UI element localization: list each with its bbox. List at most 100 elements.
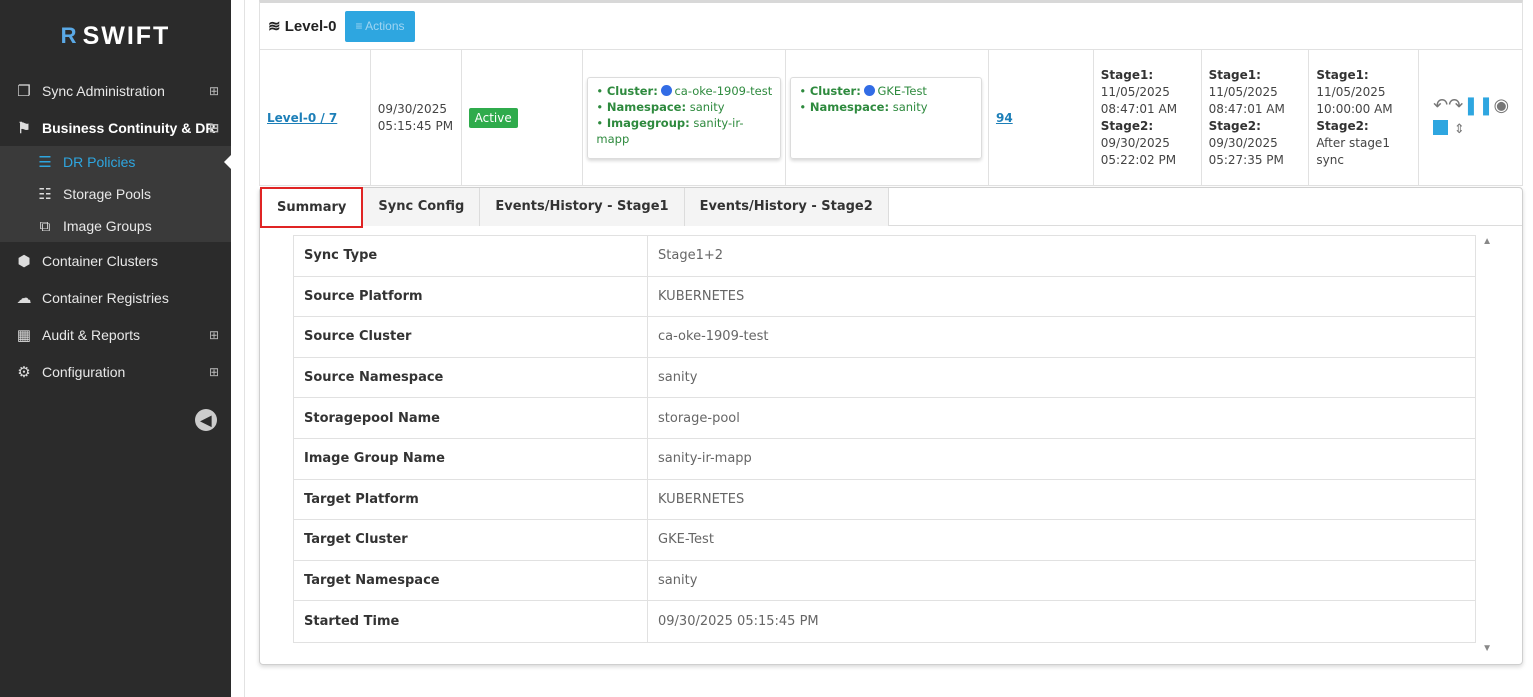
sidebar-item-label: Storage Pools (63, 186, 151, 202)
sidebar-item-label: Container Registries (42, 289, 169, 306)
sidebar-item-label: DR Policies (63, 154, 136, 170)
sidebar-submenu: ☰ DR Policies ☷ Storage Pools ⧉ Image Gr… (0, 146, 232, 242)
row-value: Stage1+2 (658, 248, 723, 264)
sidebar-item-label: Image Groups (63, 218, 152, 234)
divider (244, 0, 245, 697)
main-content: ≋ Level-0 ≡ Actions Level-0 / 7 09/30/20… (259, 0, 1523, 665)
sort-icon[interactable]: ⇕ (1454, 122, 1465, 137)
stage-cell-2: Stage1: 11/05/2025 08:47:01 AM Stage2: 0… (1202, 50, 1310, 185)
stop-icon[interactable] (1433, 119, 1449, 135)
briefcase-icon: ⚑ (17, 119, 31, 137)
table-row: Target Platform KUBERNETES (294, 479, 1475, 521)
stage-cell-1: Stage1: 11/05/2025 08:47:01 AM Stage2: 0… (1094, 50, 1202, 185)
table-row: Target Cluster GKE-Test (294, 520, 1475, 561)
expand-icon[interactable]: ⊞ (209, 328, 219, 342)
stage1-time: 08:47:01 AM (1100, 101, 1178, 116)
sidebar-item-container-registries[interactable]: ☁ Container Registries (0, 279, 231, 316)
sidebar: R SWIFT ❐ Sync Administration ⊞ ⚑ Busine… (0, 0, 232, 697)
stage1-label: Stage1: (1100, 67, 1154, 82)
sidebar-item-audit-reports[interactable]: ▦ Audit & Reports ⊞ (0, 316, 231, 353)
sidebar-item-sync-administration[interactable]: ❐ Sync Administration ⊞ (0, 72, 231, 109)
row-key: Target Cluster (294, 520, 648, 560)
stage-cell-3: Stage1: 11/05/2025 10:00:00 AM Stage2: A… (1309, 50, 1420, 185)
row-value: 09/30/2025 05:15:45 PM (658, 614, 819, 630)
row-value: sanity-ir-mapp (658, 451, 752, 467)
row-value: GKE-Test (658, 532, 714, 548)
sidebar-item-business-continuity[interactable]: ⚑ Business Continuity & DR ⊟ (0, 109, 231, 146)
source-cluster-value: ca-oke-1909-test (674, 83, 773, 98)
table-row: Source Cluster ca-oke-1909-test (294, 317, 1475, 358)
scroll-up-icon[interactable]: ▲ (1482, 236, 1492, 247)
kubernetes-icon (661, 84, 673, 96)
selected-caret (224, 154, 232, 170)
tab-summary[interactable]: Summary (260, 187, 364, 228)
table-row: Source Namespace sanity (294, 357, 1475, 399)
tab-events-stage1[interactable]: Events/History - Stage1 (480, 188, 685, 226)
expand-icon[interactable]: ⊞ (209, 84, 219, 98)
stage2-date: After stage1 (1316, 135, 1390, 150)
target-cluster-label: Cluster: (809, 83, 861, 98)
stage2-label: Stage2: (1100, 118, 1154, 133)
undo-icon[interactable]: ↶ (1433, 95, 1448, 116)
count-link[interactable]: 94 (996, 111, 1013, 125)
actions-label: Actions (365, 18, 405, 33)
sidebar-item-dr-policies[interactable]: ☰ DR Policies (0, 146, 232, 178)
row-key: Storagepool Name (294, 398, 648, 438)
stage1-date: 11/05/2025 (1208, 84, 1278, 99)
kubernetes-icon (864, 84, 876, 96)
level-header: ≋ Level-0 ≡ Actions (259, 0, 1523, 50)
stage2-label: Stage2: (1208, 118, 1261, 133)
level-title-text: Level-0 (284, 18, 337, 35)
expand-icon[interactable]: ⊞ (209, 365, 219, 379)
created-time: 05:15:45 PM (377, 118, 454, 133)
collapse-icon[interactable]: ⊟ (209, 121, 219, 135)
copy-icon: ❐ (17, 82, 31, 100)
stage2-label: Stage2: (1316, 118, 1369, 133)
sidebar-item-container-clusters[interactable]: ⬢ Container Clusters (0, 242, 231, 279)
list-icon: ☰ (38, 154, 52, 171)
brand-logo[interactable]: R SWIFT (0, 0, 231, 72)
collapse-sidebar-icon[interactable]: ◀ (195, 409, 217, 431)
row-key: Source Cluster (294, 317, 648, 357)
row-value: KUBERNETES (658, 491, 745, 507)
cloud-icon: ☁ (16, 289, 32, 307)
row-key: Target Namespace (294, 560, 648, 601)
stage2-time: 05:22:02 PM (1100, 152, 1177, 167)
created-cell: 09/30/2025 05:15:45 PM (371, 50, 462, 185)
sidebar-item-storage-pools[interactable]: ☷ Storage Pools (0, 178, 231, 210)
cogs-icon: ⚙ (17, 363, 31, 381)
table-row: Started Time 09/30/2025 05:15:45 PM (294, 601, 1475, 642)
level-link[interactable]: Level-0 / 7 (267, 111, 337, 125)
table-row: Target Namespace sanity (294, 560, 1475, 602)
redo-icon[interactable]: ↷ (1448, 95, 1463, 116)
stage1-date: 11/05/2025 (1100, 84, 1170, 99)
actions-button[interactable]: ≡ Actions (345, 10, 415, 42)
tab-sync-config[interactable]: Sync Config (363, 188, 481, 226)
target-cluster-line: • Cluster: GKE-Test (799, 83, 927, 98)
table-row: Sync Type Stage1+2 (294, 236, 1475, 277)
tab-events-stage2[interactable]: Events/History - Stage2 (684, 188, 889, 226)
stage2-time: 05:27:35 PM (1208, 152, 1284, 167)
sidebar-item-configuration[interactable]: ⚙ Configuration ⊞ (0, 353, 231, 390)
sidebar-item-image-groups[interactable]: ⧉ Image Groups (0, 210, 231, 242)
image-icon: ⧉ (39, 217, 51, 235)
policy-row[interactable]: Level-0 / 7 09/30/2025 05:15:45 PM Activ… (259, 50, 1523, 186)
target-card: • Cluster: GKE-Test • Namespace: sanity (790, 76, 983, 159)
row-value: sanity (658, 573, 698, 589)
row-value: sanity (658, 370, 698, 386)
tab-bar: Summary Sync Config Events/History - Sta… (260, 187, 1522, 228)
source-namespace-value: sanity (689, 99, 725, 114)
target-namespace-line: • Namespace: sanity (799, 99, 928, 114)
refresh-icon[interactable]: ◉ (1494, 95, 1510, 116)
sidebar-item-label: Audit & Reports (42, 326, 141, 343)
sidebar-item-label: Business Continuity & DR (42, 119, 216, 136)
row-key: Target Platform (294, 479, 648, 520)
source-cluster-line: • Cluster: ca-oke-1909-test (596, 83, 773, 98)
pause-icon[interactable]: ❚❚ (1463, 95, 1493, 116)
source-cluster-label: Cluster: (606, 83, 658, 98)
target-namespace-value: sanity (892, 99, 928, 114)
scroll-down-icon[interactable]: ▼ (1482, 643, 1492, 654)
row-value: ca-oke-1909-test (658, 329, 769, 345)
cube-icon: ⬢ (17, 252, 31, 270)
source-imagegroup-label: Imagegroup: (606, 115, 690, 130)
